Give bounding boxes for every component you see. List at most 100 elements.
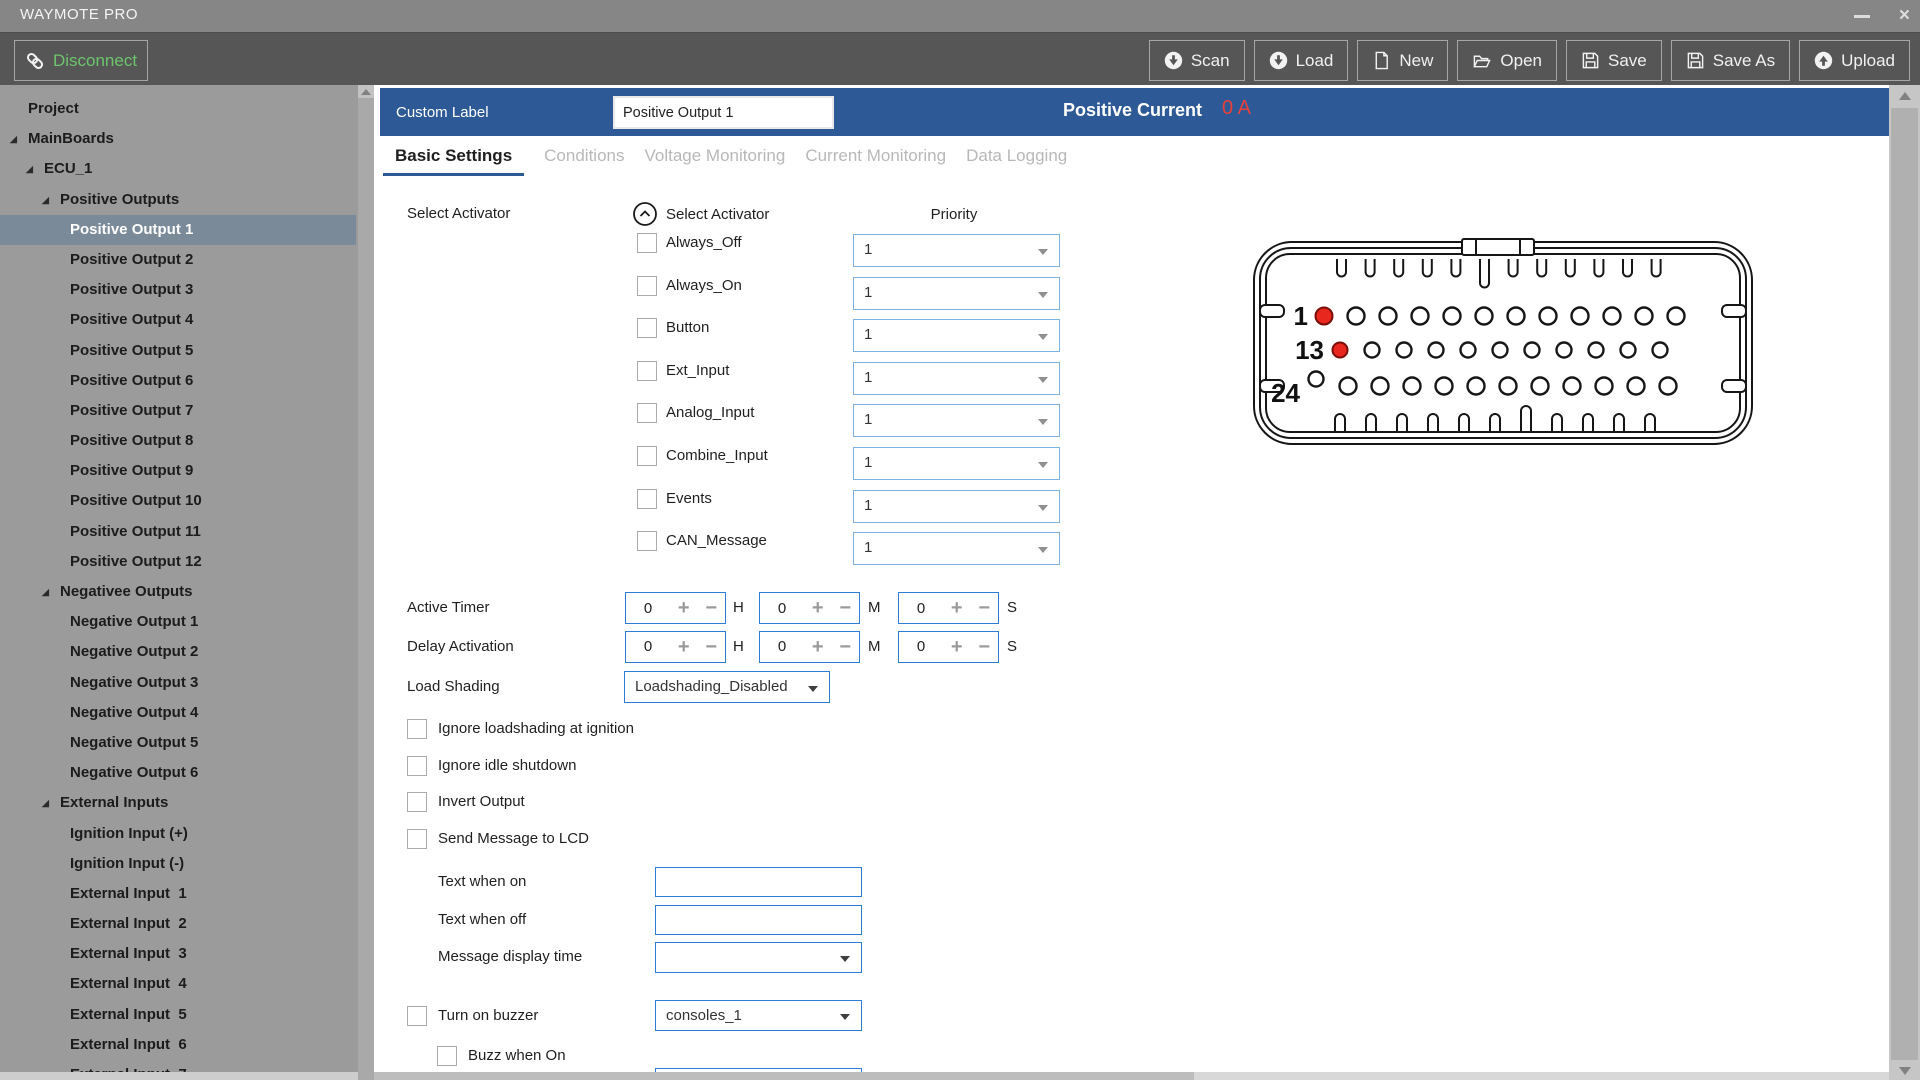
tab-conditions[interactable]: Conditions [544,146,624,176]
increment-icon[interactable]: + [943,594,971,622]
combine-input-priority-select[interactable]: 1 [853,447,1060,480]
delay-activation-s-stepper[interactable]: 0+− [898,631,999,663]
tree-expander-icon[interactable]: ◢ [42,788,49,818]
custom-label-input[interactable] [613,96,834,129]
text-when-on-input[interactable] [655,867,862,897]
sidebar-item-positive-output-3[interactable]: Positive Output 3 [0,275,356,305]
tab-current-monitoring[interactable]: Current Monitoring [805,146,946,176]
disconnect-button[interactable]: Disconnect [14,40,148,81]
tab-voltage-monitoring[interactable]: Voltage Monitoring [644,146,785,176]
sidebar-item-external-inputs[interactable]: ◢External Inputs [0,788,356,818]
sidebar-item-positive-output-7[interactable]: Positive Output 7 [0,396,356,426]
minimize-icon[interactable] [1854,15,1870,18]
tab-data-logging[interactable]: Data Logging [966,146,1067,176]
sidebar-item-positive-output-11[interactable]: Positive Output 11 [0,517,356,547]
load-shading-select[interactable]: Loadshading_Disabled [624,671,830,703]
sidebar-item-mainboards[interactable]: ◢MainBoards [0,124,356,154]
tree-expander-icon[interactable]: ◢ [26,154,33,184]
decrement-icon[interactable]: − [971,633,999,661]
decrement-icon[interactable]: − [698,594,726,622]
sidebar-item-ecu-1[interactable]: ◢ECU_1 [0,154,356,184]
sidebar-item-ignition-input--[interactable]: Ignition Input (-) [0,849,356,879]
sidebar-item-negative-output-5[interactable]: Negative Output 5 [0,728,356,758]
delay-activation-h-stepper[interactable]: 0+− [625,631,726,663]
scan-button[interactable]: Scan [1149,40,1245,81]
text-when-off-input[interactable] [655,905,862,935]
increment-icon[interactable]: + [804,594,832,622]
ext-input-checkbox[interactable] [637,361,657,381]
sidebar-item-positive-output-2[interactable]: Positive Output 2 [0,245,356,275]
events-checkbox[interactable] [637,489,657,509]
sidebar-item-external-input-5[interactable]: External Input 5 [0,1000,356,1030]
sidebar-horizontal-scrollbar[interactable] [0,1072,358,1080]
close-icon[interactable]: × [1899,4,1910,28]
sidebar-scroll-thumb[interactable] [358,98,374,1080]
increment-icon[interactable]: + [670,594,698,622]
decrement-icon[interactable]: − [971,594,999,622]
sidebar-item-positive-output-1[interactable]: Positive Output 1 [0,215,356,245]
sidebar-item-external-input-7[interactable]: External Input 7 [0,1060,356,1072]
always-on-priority-select[interactable]: 1 [853,277,1060,310]
sidebar-item-positive-output-5[interactable]: Positive Output 5 [0,336,356,366]
scroll-up-icon[interactable] [361,89,371,95]
decrement-icon[interactable]: − [698,633,726,661]
message-display-time-select[interactable] [655,942,862,973]
always-on-checkbox[interactable] [637,276,657,296]
active-timer-s-stepper[interactable]: 0+− [898,592,999,624]
load-button[interactable]: Load [1254,40,1349,81]
main-horizontal-scroll-thumb[interactable] [374,1072,1194,1080]
always-off-checkbox[interactable] [637,233,657,253]
sidebar-item-positive-output-6[interactable]: Positive Output 6 [0,366,356,396]
sidebar-item-negativee-outputs[interactable]: ◢Negativee Outputs [0,577,356,607]
tree-expander-icon[interactable]: ◢ [42,185,49,215]
increment-icon[interactable]: + [670,633,698,661]
tab-basic-settings[interactable]: Basic Settings [383,146,524,176]
combine-input-checkbox[interactable] [637,446,657,466]
main-vertical-scroll-thumb[interactable] [1891,108,1918,1060]
sidebar-item-positive-output-9[interactable]: Positive Output 9 [0,456,356,486]
decrement-icon[interactable]: − [832,633,860,661]
decrement-icon[interactable]: − [832,594,860,622]
sidebar-item-negative-output-4[interactable]: Negative Output 4 [0,698,356,728]
sidebar-item-positive-output-4[interactable]: Positive Output 4 [0,305,356,335]
buzz-when-on-checkbox[interactable] [437,1046,457,1066]
sidebar-item-positive-outputs[interactable]: ◢Positive Outputs [0,185,356,215]
increment-icon[interactable]: + [943,633,971,661]
sidebar-item-positive-output-10[interactable]: Positive Output 10 [0,486,356,516]
collapse-chevron-icon[interactable] [632,201,658,227]
invert-output-checkbox[interactable] [407,792,427,812]
save-button[interactable]: Save [1566,40,1662,81]
upload-button[interactable]: Upload [1799,40,1910,81]
scroll-down-icon[interactable] [1899,1067,1911,1075]
delay-activation-m-stepper[interactable]: 0+− [759,631,860,663]
sidebar-item-negative-output-2[interactable]: Negative Output 2 [0,637,356,667]
sidebar-item-external-input-3[interactable]: External Input 3 [0,939,356,969]
save-as-button[interactable]: Save As [1671,40,1790,81]
sidebar-item-positive-output-8[interactable]: Positive Output 8 [0,426,356,456]
sidebar-item-external-input-2[interactable]: External Input 2 [0,909,356,939]
sidebar-item-external-input-1[interactable]: External Input 1 [0,879,356,909]
sidebar-item-negative-output-3[interactable]: Negative Output 3 [0,668,356,698]
sidebar-item-negative-output-6[interactable]: Negative Output 6 [0,758,356,788]
sidebar-item-project[interactable]: Project [0,94,356,124]
increment-icon[interactable]: + [804,633,832,661]
analog-input-priority-select[interactable]: 1 [853,404,1060,437]
scroll-up-icon[interactable] [1899,92,1911,100]
open-button[interactable]: Open [1457,40,1557,81]
analog-input-checkbox[interactable] [637,403,657,423]
tree-expander-icon[interactable]: ◢ [10,124,17,154]
can-message-priority-select[interactable]: 1 [853,532,1060,565]
sidebar-item-external-input-6[interactable]: External Input 6 [0,1030,356,1060]
button-priority-select[interactable]: 1 [853,319,1060,352]
ext-input-priority-select[interactable]: 1 [853,362,1060,395]
sidebar-item-negative-output-1[interactable]: Negative Output 1 [0,607,356,637]
buzzer-target-select[interactable]: consoles_1 [655,1000,862,1031]
always-off-priority-select[interactable]: 1 [853,234,1060,267]
sidebar-item-external-input-4[interactable]: External Input 4 [0,969,356,999]
main-vertical-scrollbar[interactable] [1889,85,1920,1080]
active-timer-h-stepper[interactable]: 0+− [625,592,726,624]
main-horizontal-scrollbar[interactable] [374,1072,1889,1080]
ignore-idle-shutdown-checkbox[interactable] [407,756,427,776]
new-button[interactable]: New [1357,40,1448,81]
sidebar-scrollbar[interactable] [358,85,374,1072]
